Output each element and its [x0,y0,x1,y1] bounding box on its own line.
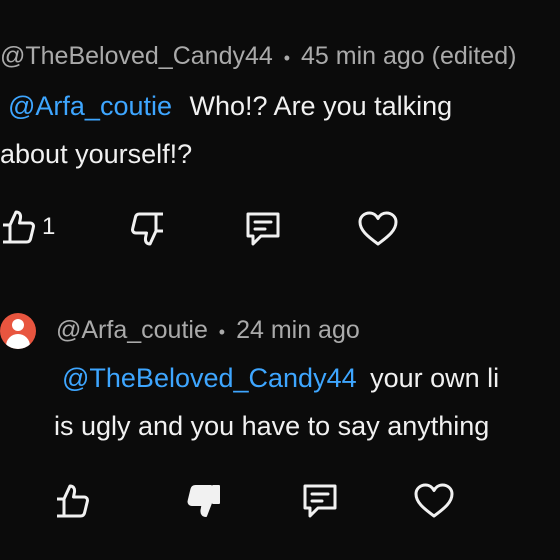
comment-1-text-line-2: about yourself!? [0,139,193,169]
avatar[interactable] [0,313,36,349]
comment-1-text-line-1: @Arfa_coutie Who!? Are you talking [8,82,452,130]
comment-2-mention[interactable]: @TheBeloved_Candy44 [62,363,357,393]
reply-button[interactable] [300,482,340,520]
reply-button[interactable] [243,210,283,248]
thumbs-up-icon [3,210,35,244]
meta-separator: • [283,48,291,68]
reply-icon [303,484,337,518]
comment-1-time[interactable]: 45 min ago [301,42,425,70]
dislike-button[interactable] [186,482,222,520]
comment-2-header: @Arfa_coutie • 24 min ago [56,316,360,345]
avatar-body-shape [6,334,30,349]
like-count: 1 [42,213,56,240]
comment-1-header: @TheBeloved_Candy44 • 45 min ago (edited… [0,42,516,71]
comment-1-text: Who!? Are you talking [189,91,453,121]
thumbs-down-icon [131,212,163,246]
comment-2-text: your own li [370,363,500,393]
avatar-head-shape [12,319,24,331]
like-button[interactable]: 1 [0,208,55,246]
comment-2-text-line-2: is ugly and you have to say anything [54,411,490,441]
thumbs-down-filled-icon [187,485,220,517]
comment-2-time[interactable]: 24 min ago [236,316,360,344]
heart-button[interactable] [413,482,455,520]
comment-2-author[interactable]: @Arfa_coutie [56,316,208,344]
comment-1-mention[interactable]: @Arfa_coutie [8,91,172,121]
comment-2-text-line-1: @TheBeloved_Candy44 your own li [62,354,499,402]
comment-1-author[interactable]: @TheBeloved_Candy44 [0,42,273,70]
meta-separator: • [218,322,226,342]
thumbs-up-icon [57,484,89,518]
comment-1-edited: (edited) [431,42,517,70]
reply-icon [246,212,280,246]
heart-button[interactable] [357,210,399,248]
heart-icon [414,483,454,518]
heart-icon [358,211,398,246]
like-button[interactable] [54,482,90,520]
dislike-button[interactable] [130,210,166,248]
